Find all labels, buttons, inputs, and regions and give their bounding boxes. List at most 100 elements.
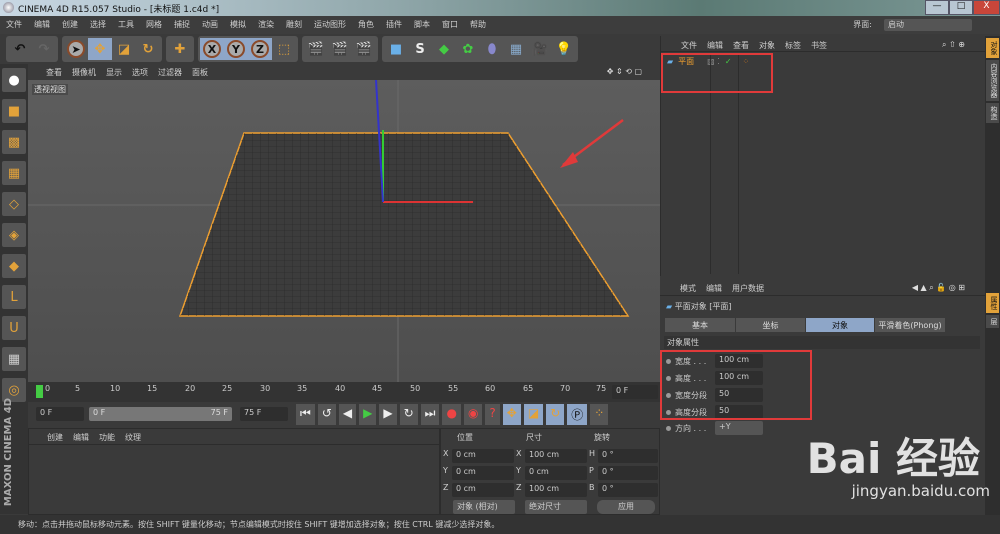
coord-mode-dropdown[interactable]: 对象 (相对): [453, 500, 515, 514]
render-settings-icon[interactable]: 🎬: [352, 38, 376, 60]
tab-phong[interactable]: 平滑着色(Phong): [875, 318, 945, 332]
tab-content-browser[interactable]: 内容浏览器: [986, 60, 999, 101]
vp-menu-options[interactable]: 选项: [132, 67, 148, 79]
size-mode-dropdown[interactable]: 绝对尺寸: [525, 500, 587, 514]
light-icon[interactable]: 💡: [552, 38, 576, 60]
camera-icon[interactable]: 🎥: [528, 38, 552, 60]
vp-menu-filter[interactable]: 过滤器: [158, 67, 182, 79]
key-position-icon[interactable]: ✥: [502, 404, 521, 425]
minimize-button[interactable]: —: [925, 0, 949, 15]
play-icon[interactable]: ▶: [359, 404, 377, 425]
attr-menu-mode[interactable]: 模式: [680, 283, 696, 293]
x-axis-icon[interactable]: X: [200, 38, 224, 60]
pos-x-field[interactable]: 0 cm: [452, 449, 514, 463]
menu-animate[interactable]: 动画: [202, 19, 218, 31]
pos-y-field[interactable]: 0 cm: [452, 466, 514, 480]
menu-help[interactable]: 帮助: [470, 19, 486, 31]
menu-sculpt[interactable]: 雕刻: [286, 19, 302, 31]
mat-menu-function[interactable]: 功能: [99, 432, 115, 442]
key-param-icon[interactable]: Ⓟ: [567, 404, 588, 425]
tab-layers[interactable]: 层: [986, 315, 999, 328]
key-pla-icon[interactable]: ⁘: [590, 404, 609, 425]
orientation-dropdown[interactable]: +Y: [715, 421, 763, 435]
key-rotation-icon[interactable]: ↻: [546, 404, 565, 425]
texture-mode-icon[interactable]: ▩: [2, 130, 26, 154]
spline-pen-icon[interactable]: S: [408, 38, 432, 60]
make-editable-icon[interactable]: ●: [2, 68, 26, 92]
obj-menu-file[interactable]: 文件: [681, 40, 697, 50]
menu-tools[interactable]: 工具: [118, 19, 134, 31]
menu-snap[interactable]: 捕捉: [174, 19, 190, 31]
timeline-ruler[interactable]: 0 5 10 15 20 25 30 35 40 45 50 55 60 65 70 75 0 F: [28, 382, 660, 402]
size-x-field[interactable]: 100 cm: [525, 449, 587, 463]
pos-z-field[interactable]: 0 cm: [452, 483, 514, 497]
tab-attributes[interactable]: 属性: [986, 293, 999, 313]
mat-menu-texture[interactable]: 纹理: [125, 432, 141, 442]
subdivision-icon[interactable]: ◆: [432, 38, 456, 60]
vp-menu-cameras[interactable]: 摄像机: [72, 67, 96, 79]
menu-create[interactable]: 创建: [62, 19, 78, 31]
workplane-icon[interactable]: ▦: [2, 161, 26, 185]
menu-script[interactable]: 脚本: [414, 19, 430, 31]
obj-menu-bookmarks[interactable]: 书签: [811, 40, 827, 50]
mat-menu-edit[interactable]: 编辑: [73, 432, 89, 442]
menu-file[interactable]: 文件: [6, 19, 22, 31]
end-frame-field[interactable]: 75 F: [240, 407, 288, 421]
scale-tool-icon[interactable]: ◪: [112, 38, 136, 60]
menu-simulate[interactable]: 模拟: [230, 19, 246, 31]
keyframe-selection-icon[interactable]: ?: [485, 404, 500, 425]
axis-mode-icon[interactable]: L: [2, 285, 26, 309]
start-frame-field[interactable]: 0 F: [36, 407, 84, 421]
tab-object[interactable]: 对象: [806, 318, 874, 332]
next-key-icon[interactable]: ↻: [399, 404, 418, 425]
menu-edit[interactable]: 编辑: [34, 19, 50, 31]
cube-icon[interactable]: ■: [384, 38, 408, 60]
rot-p-field[interactable]: 0 °: [598, 466, 658, 480]
points-mode-icon[interactable]: ◇: [2, 192, 26, 216]
deformer-icon[interactable]: ⬮: [480, 38, 504, 60]
goto-end-icon[interactable]: ⏭: [420, 404, 440, 425]
search-icon[interactable]: ⌕ ⇧ ⊕: [942, 40, 965, 49]
polygons-mode-icon[interactable]: ◆: [2, 254, 26, 278]
y-axis-icon[interactable]: Y: [224, 38, 248, 60]
rotate-tool-icon[interactable]: ↻: [136, 38, 160, 60]
model-mode-icon[interactable]: ■: [2, 99, 26, 123]
redo-icon[interactable]: ↷: [32, 38, 56, 60]
size-z-field[interactable]: 100 cm: [525, 483, 587, 497]
rot-b-field[interactable]: 0 °: [598, 483, 658, 497]
move-tool-icon[interactable]: ✥: [88, 38, 112, 60]
menu-mograph[interactable]: 运动图形: [314, 19, 346, 31]
undo-icon[interactable]: ↶: [8, 38, 32, 60]
z-axis-icon[interactable]: Z: [248, 38, 272, 60]
vp-menu-panel[interactable]: 面板: [192, 67, 208, 79]
vp-menu-display[interactable]: 显示: [106, 67, 122, 79]
magnet-icon[interactable]: U: [2, 316, 26, 340]
maximize-button[interactable]: □: [949, 0, 973, 15]
menu-select[interactable]: 选择: [90, 19, 106, 31]
obj-menu-objects[interactable]: 对象: [759, 40, 775, 50]
select-tool-icon[interactable]: ➤: [64, 38, 88, 60]
attr-menu-edit[interactable]: 编辑: [706, 283, 722, 293]
prev-key-icon[interactable]: ↺: [317, 404, 336, 425]
obj-menu-tags[interactable]: 标签: [785, 40, 801, 50]
viewport-nav-icons[interactable]: ✥ ⇕ ⟲ ▢: [607, 67, 642, 79]
attr-nav-icons[interactable]: ◀ ▲ ⌕ 🔓 ◎ ⊞: [912, 283, 965, 292]
menu-render[interactable]: 渲染: [258, 19, 274, 31]
autokey-icon[interactable]: ◉: [463, 404, 483, 425]
render-view-icon[interactable]: 🎬: [304, 38, 328, 60]
rot-h-field[interactable]: 0 °: [598, 449, 658, 463]
close-button[interactable]: X: [973, 0, 1000, 15]
mat-menu-create[interactable]: 创建: [47, 432, 63, 442]
render-picture-viewer-icon[interactable]: 🎬: [328, 38, 352, 60]
menu-character[interactable]: 角色: [358, 19, 374, 31]
menu-window[interactable]: 窗口: [442, 19, 458, 31]
coord-system-icon[interactable]: ⬚: [272, 38, 296, 60]
current-frame-field[interactable]: 0 F: [612, 385, 658, 399]
live-select-icon[interactable]: ✚: [168, 38, 192, 60]
layout-select[interactable]: 启动: [884, 19, 972, 31]
goto-start-icon[interactable]: ⏮: [296, 404, 315, 425]
key-scale-icon[interactable]: ◪: [523, 404, 544, 425]
tab-basic[interactable]: 基本: [665, 318, 735, 332]
attr-menu-userdata[interactable]: 用户数据: [732, 283, 764, 293]
vp-menu-view[interactable]: 查看: [46, 67, 62, 79]
